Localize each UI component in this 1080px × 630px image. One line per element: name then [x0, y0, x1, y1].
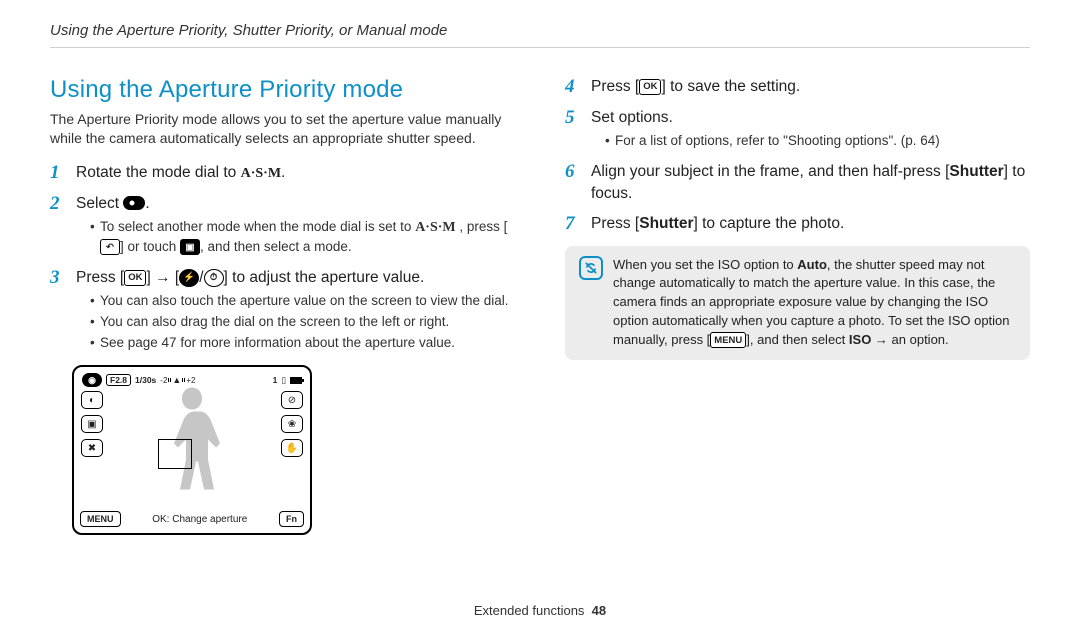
step6-text-a: Align your subject in the frame, and the…: [591, 163, 949, 180]
flash-mode-icon: ⊘: [281, 391, 303, 409]
viewfinder-sd-icon: ▯: [281, 375, 286, 386]
stabilizer-icon: ✋: [281, 439, 303, 457]
step2-note-b: , press [: [459, 219, 507, 234]
ok-button-icon: OK: [124, 270, 146, 286]
step1-text-b: .: [281, 164, 285, 181]
step4-text-a: Press [: [591, 78, 639, 95]
viewfinder-shutter: 1/30s: [135, 375, 156, 385]
scene-icon: ◐: [81, 391, 103, 409]
step7-shutter: Shutter: [639, 215, 693, 232]
section-heading: Using the Aperture Priority mode: [50, 76, 515, 104]
note-box: When you set the ISO option to Auto, the…: [565, 246, 1030, 360]
step2-text-a: Select: [76, 195, 123, 212]
step2-text-b: .: [145, 195, 149, 212]
left-column: Using the Aperture Priority mode The Ape…: [50, 76, 515, 535]
step2-note-d: , and then select a mode.: [200, 239, 352, 254]
mode-dial-asm-icon: A·S·M: [241, 166, 281, 181]
camera-viewfinder-illustration: ◉ F2.8 1/30s -2 ▲ +2 1 ▯ ◐ ▣ ✖: [72, 365, 312, 535]
macro-icon: ❀: [281, 415, 303, 433]
back-icon: ↶: [100, 239, 120, 255]
step5-text: Set options.: [591, 109, 673, 126]
timer-icon: ⏱: [204, 269, 224, 287]
step6-shutter: Shutter: [949, 163, 1003, 180]
burst-icon: ▣: [81, 415, 103, 433]
intro-text: The Aperture Priority mode allows you to…: [50, 110, 515, 148]
flash-icon: ⚡: [179, 269, 199, 287]
breadcrumb: Using the Aperture Priority, Shutter Pri…: [50, 22, 1030, 48]
viewfinder-ev-scale: -2 ▲ +2: [160, 375, 195, 385]
note-c: ], and then select: [746, 332, 849, 347]
step3-text-a: Press [: [76, 269, 124, 286]
step4-text-b: ] to save the setting.: [661, 78, 800, 95]
page-footer: Extended functions 48: [0, 603, 1080, 618]
viewfinder-battery-icon: [290, 377, 302, 384]
step7-text-c: ] to capture the photo.: [693, 215, 844, 232]
viewfinder-mode-icon: ◉: [82, 373, 102, 387]
viewfinder-menu-button: MENU: [80, 511, 121, 527]
step1-text-a: Rotate the mode dial to: [76, 164, 241, 181]
menu-button-icon: MENU: [710, 332, 746, 348]
focus-box: [158, 439, 192, 469]
steps-right: Press [OK] to save the setting. Set opti…: [565, 76, 1030, 236]
steps-left: Rotate the mode dial to A·S·M. Select . …: [50, 162, 515, 355]
step3-text-d: ] to adjust the aperture value.: [224, 269, 425, 286]
right-column: Press [OK] to save the setting. Set opti…: [565, 76, 1030, 535]
step3-note1: You can also touch the aperture value on…: [90, 292, 509, 311]
camera-touch-icon: ▣: [180, 239, 200, 255]
viewfinder-right-icons: ⊘ ❀ ✋: [280, 387, 304, 509]
step3-note2: You can also drag the dial on the screen…: [90, 313, 509, 332]
step2-note-c: ] or touch: [120, 239, 180, 254]
footer-page: 48: [592, 603, 606, 618]
step3-note3: See page 47 for more information about t…: [90, 334, 509, 353]
note-a: When you set the ISO option to: [613, 257, 797, 272]
viewfinder-count: 1: [273, 375, 278, 385]
note-iso: ISO: [849, 332, 871, 347]
note-icon: [579, 256, 603, 280]
viewfinder-fn-button: Fn: [279, 511, 304, 527]
step3-text-c: /: [199, 269, 203, 286]
step7-text-a: Press [: [591, 215, 639, 232]
asm-icon: A·S·M: [415, 220, 455, 235]
viewfinder-left-icons: ◐ ▣ ✖: [80, 387, 104, 509]
flash-off-icon: ✖: [81, 439, 103, 457]
step3-text-b: ] → [: [146, 269, 179, 286]
ok-button-icon: OK: [639, 79, 661, 95]
step5-note: For a list of options, refer to "Shootin…: [605, 132, 940, 151]
note-auto: Auto: [797, 257, 827, 272]
viewfinder-fvalue: F2.8: [106, 374, 131, 386]
note-d: → an option.: [871, 332, 948, 347]
step2-note-a: To select another mode when the mode dia…: [100, 219, 415, 234]
viewfinder-ok-label: OK: Change aperture: [127, 514, 274, 525]
footer-label: Extended functions: [474, 603, 585, 618]
aperture-mode-icon: [123, 196, 145, 210]
